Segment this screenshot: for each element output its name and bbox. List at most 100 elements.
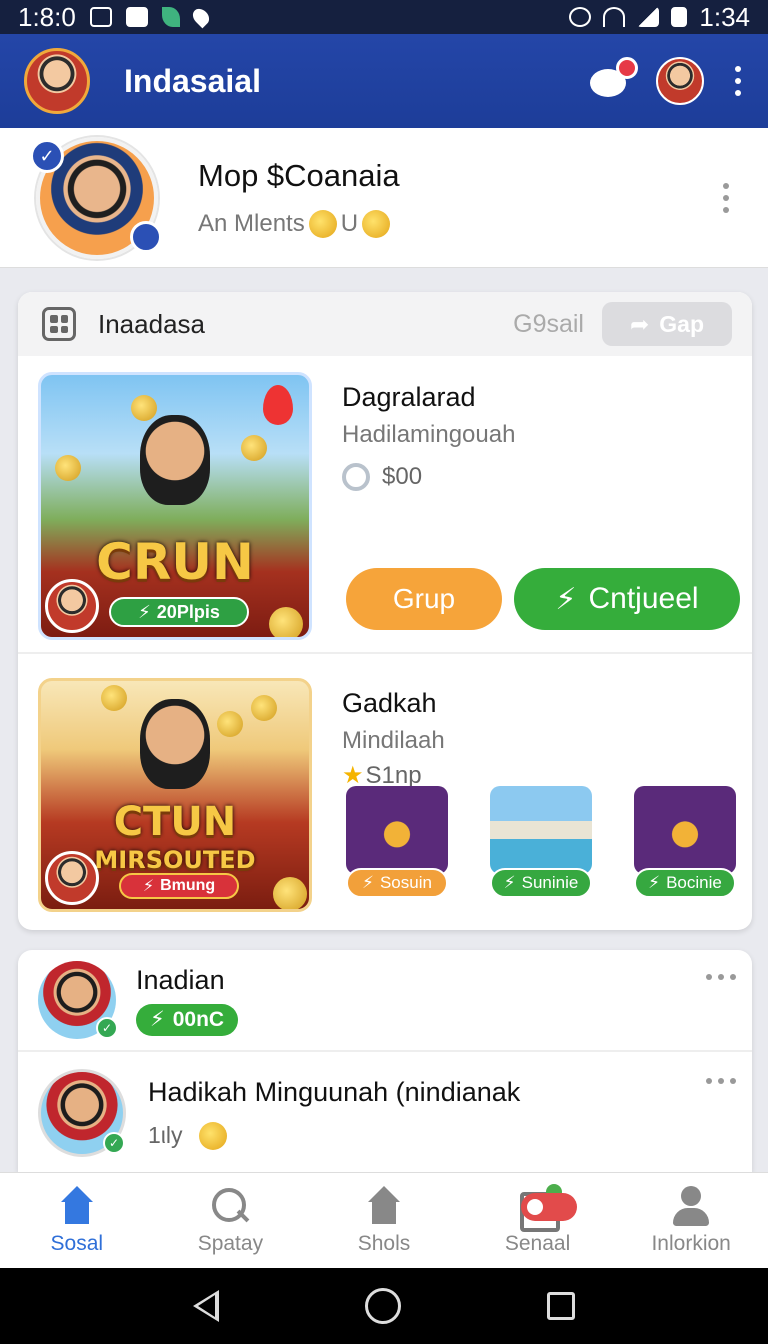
gift-icon bbox=[634, 786, 736, 874]
back-icon[interactable] bbox=[193, 1290, 219, 1322]
nav-item-shops[interactable]: Shols bbox=[307, 1173, 461, 1268]
contact-list: ✓ Inadian ⚡ 00nC ✓ Hadikah Minguunah (ni… bbox=[18, 950, 752, 1172]
reward-tile[interactable]: ⚡ Sosuin bbox=[346, 786, 448, 898]
contact-sub: 1ιly bbox=[148, 1121, 520, 1150]
profile-picture-wrap[interactable]: ✓ bbox=[30, 136, 162, 259]
app-title: Indasaial bbox=[124, 62, 261, 99]
bottom-nav: Sosal Spatay Shols Senaal Inlorkion bbox=[0, 1172, 768, 1268]
coin-icon bbox=[101, 685, 127, 711]
list-item[interactable]: ✓ Inadian ⚡ 00nC bbox=[18, 950, 752, 1052]
nav-item-search[interactable]: Spatay bbox=[154, 1173, 308, 1268]
nav-label: Shols bbox=[357, 1231, 411, 1255]
smile-emoji-icon bbox=[362, 209, 391, 238]
alarm-icon bbox=[569, 7, 592, 27]
search-icon bbox=[210, 1186, 250, 1226]
share-icon: ➦ bbox=[629, 310, 650, 337]
person-image bbox=[140, 415, 210, 505]
bolt-icon: ⚡ bbox=[142, 878, 155, 895]
reward-tile-label: Sosuin bbox=[379, 873, 432, 892]
profile-icon bbox=[671, 1185, 711, 1226]
battery-icon bbox=[671, 7, 688, 27]
contact-badge: ⚡ 00nC bbox=[136, 1003, 239, 1036]
reward-tile[interactable]: ⚡ Bocinie bbox=[634, 786, 736, 898]
system-nav-bar bbox=[0, 1268, 768, 1344]
contact-name: Hadikah Minguunah (nindianak bbox=[148, 1076, 521, 1107]
sim-icon bbox=[89, 7, 112, 27]
post-title: Gadkah bbox=[342, 688, 437, 718]
share-button-label: Gap bbox=[659, 310, 704, 337]
bolt-icon: ⚡ bbox=[362, 873, 374, 892]
creator-avatar bbox=[45, 579, 99, 633]
emoji-icon bbox=[308, 209, 337, 238]
nav-item-profile[interactable]: Inlorkion bbox=[614, 1173, 768, 1268]
continue-button[interactable]: ⚡ Cntjueel bbox=[514, 568, 740, 630]
profile-name: Mop $Coanaia bbox=[198, 157, 400, 193]
nav-item-social[interactable]: Sosal bbox=[0, 1173, 154, 1268]
shop-icon bbox=[364, 1185, 404, 1226]
thumbnail-title: CTUN bbox=[113, 799, 237, 845]
camera-icon bbox=[125, 7, 148, 27]
profile-badge-icon bbox=[130, 220, 162, 253]
profile-header: ✓ Mop $Coanaia An Mlents U bbox=[0, 128, 768, 268]
post-thumbnail[interactable]: CTUN MIRSOUTED ⚡ Bmung bbox=[38, 678, 312, 912]
check-icon: ✓ bbox=[103, 1132, 125, 1154]
reward-tile-badge: ⚡ Bocinie bbox=[634, 868, 736, 898]
app-bar: Indasaial bbox=[0, 34, 768, 128]
nav-label: Sosal bbox=[50, 1231, 104, 1255]
contact-sub-text: 1ιly bbox=[148, 1122, 183, 1148]
more-menu-icon[interactable] bbox=[732, 66, 744, 96]
feed-post[interactable]: CRUN ⚡ 20Plpis Dagralarad Hadilamingouah… bbox=[18, 372, 752, 654]
feed-card: Inaadasa G9sail ➦ Gap CRUN ⚡ 20Plpis Dag… bbox=[18, 292, 752, 930]
notification-dot bbox=[616, 57, 638, 79]
feed-title: Inaadasa bbox=[98, 308, 205, 339]
verified-icon: ✓ bbox=[30, 138, 64, 173]
continue-button-label: Cntjueel bbox=[588, 582, 699, 615]
coin-icon bbox=[55, 455, 81, 481]
post-price: $00 bbox=[342, 463, 732, 491]
contact-avatar: ✓ bbox=[38, 961, 118, 1039]
thumbnail-badge-label: Bmung bbox=[160, 877, 216, 894]
post-thumbnail[interactable]: CRUN ⚡ 20Plpis bbox=[38, 372, 312, 640]
bolt-icon: ⚡ bbox=[150, 1008, 165, 1031]
profile-subtitle-suffix: U bbox=[340, 209, 359, 237]
person-image bbox=[140, 699, 210, 789]
contact-avatar: ✓ bbox=[38, 1069, 126, 1157]
nav-label: Senaal bbox=[504, 1231, 571, 1255]
feed-link[interactable]: G9sail bbox=[513, 310, 584, 339]
profile-more-icon[interactable] bbox=[720, 182, 732, 213]
signal-icon bbox=[637, 7, 660, 27]
coin-icon bbox=[198, 1121, 227, 1150]
status-time-right: 1:34 bbox=[699, 1, 750, 32]
fountain-image bbox=[490, 786, 592, 874]
item-more-icon[interactable] bbox=[706, 1078, 736, 1084]
loading-ring-icon bbox=[342, 463, 370, 491]
gift-icon bbox=[346, 786, 448, 874]
reward-tile-label: Suninie bbox=[521, 873, 579, 892]
nav-label: Inlorkion bbox=[651, 1231, 731, 1255]
app-logo-avatar[interactable] bbox=[24, 48, 90, 114]
bolt-icon: ⚡ bbox=[138, 601, 151, 622]
toggle-switch[interactable] bbox=[520, 1193, 577, 1221]
recents-icon[interactable] bbox=[547, 1292, 575, 1320]
bolt-icon: ⚡ bbox=[555, 582, 577, 616]
status-time-left: 1:8:0 bbox=[18, 1, 76, 32]
leaf-icon bbox=[161, 7, 180, 27]
nav-item-send[interactable]: Senaal bbox=[461, 1173, 615, 1268]
contact-name: Inadian bbox=[136, 964, 225, 995]
feed-post[interactable]: CTUN MIRSOUTED ⚡ Bmung Gadkah Mindilaah … bbox=[18, 678, 752, 918]
chat-icon[interactable] bbox=[588, 57, 638, 99]
profile-subtitle-text: An Mlents bbox=[198, 209, 305, 237]
user-avatar[interactable] bbox=[656, 57, 704, 105]
coin-icon bbox=[217, 711, 243, 737]
check-icon: ✓ bbox=[96, 1017, 118, 1039]
grid-icon bbox=[42, 307, 76, 341]
share-button[interactable]: ➦ Gap bbox=[602, 302, 732, 346]
list-item[interactable]: ✓ Hadikah Minguunah (nindianak 1ιly bbox=[18, 1054, 752, 1172]
reward-tile[interactable]: ⚡ Suninie bbox=[490, 786, 592, 898]
nav-label: Spatay bbox=[197, 1231, 264, 1255]
coin-icon bbox=[251, 695, 277, 721]
item-more-icon[interactable] bbox=[706, 974, 736, 980]
group-button[interactable]: Grup bbox=[346, 568, 502, 630]
home-circle-icon[interactable] bbox=[365, 1288, 401, 1324]
thumbnail-badge: ⚡ Bmung bbox=[119, 873, 239, 899]
